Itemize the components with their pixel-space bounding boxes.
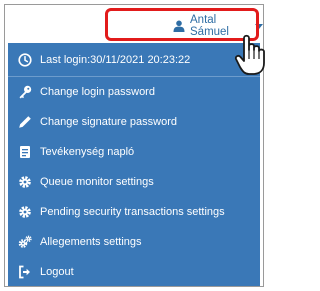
menu-item-pending-security-transactions-settings[interactable]: Pending security transactions settings bbox=[8, 197, 260, 227]
menu-item-change-signature-password[interactable]: Change signature password bbox=[8, 107, 260, 137]
menu-item-label: Change signature password bbox=[40, 116, 177, 128]
key-icon bbox=[18, 85, 32, 99]
user-name: Antal Sámuel bbox=[190, 14, 229, 38]
caret-down-icon[interactable] bbox=[255, 23, 263, 29]
menu-item-label: Queue monitor settings bbox=[40, 176, 154, 188]
user-dropdown-menu: Last login:30/11/2021 20:23:22 Change lo… bbox=[8, 43, 260, 286]
user-icon bbox=[173, 20, 185, 32]
clock-icon bbox=[18, 52, 32, 67]
gear-icon bbox=[18, 175, 32, 189]
menu-item-label: Change login password bbox=[40, 86, 155, 98]
menu-item-change-login-password[interactable]: Change login password bbox=[8, 77, 260, 107]
menu-item-queue-monitor-settings[interactable]: Queue monitor settings bbox=[8, 167, 260, 197]
last-login-text: Last login:30/11/2021 20:23:22 bbox=[40, 53, 191, 66]
menu-item-label: Pending security transactions settings bbox=[40, 206, 225, 218]
gear-icon bbox=[18, 205, 32, 219]
menu-item-logout[interactable]: Logout bbox=[8, 257, 260, 286]
sign-out-icon bbox=[18, 265, 32, 279]
menu-item-label: Allegements settings bbox=[40, 236, 142, 248]
app-frame: Antal Sámuel Last login:30/11/2021 20:23… bbox=[4, 4, 264, 287]
menu-item-allegements-settings[interactable]: Allegements settings bbox=[8, 227, 260, 257]
menu-item-activity-log[interactable]: Tevékenység napló bbox=[8, 137, 260, 167]
top-bar: Antal Sámuel bbox=[5, 5, 263, 43]
user-menu-button[interactable]: Antal Sámuel bbox=[173, 14, 263, 38]
notebook-icon bbox=[18, 145, 32, 159]
menu-item-label: Tevékenység napló bbox=[40, 146, 135, 158]
menu-item-label: Logout bbox=[40, 266, 74, 278]
pencil-icon bbox=[18, 115, 32, 129]
last-login-info: Last login:30/11/2021 20:23:22 bbox=[8, 43, 260, 77]
gears-icon bbox=[18, 235, 32, 249]
